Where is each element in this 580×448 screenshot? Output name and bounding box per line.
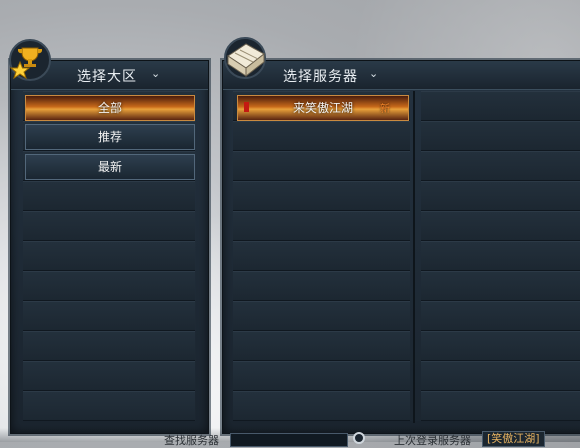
region-button-recommended[interactable]: 推荐 <box>25 124 195 150</box>
list-row <box>421 271 580 301</box>
server-panel-title: 选择服务器 <box>283 69 358 85</box>
list-row <box>421 211 580 241</box>
server-name: 来笑傲江湖 <box>292 101 353 115</box>
list-row <box>233 121 410 151</box>
region-panel-title: 选择大区 <box>77 69 137 85</box>
list-row <box>233 241 410 271</box>
last-login-label: 上次登录服务器 <box>394 434 471 447</box>
list-row <box>23 241 195 271</box>
list-row <box>421 181 580 211</box>
server-button[interactable]: 来笑傲江湖 新 <box>237 95 409 121</box>
list-row <box>421 91 580 121</box>
region-button-all[interactable]: 全部 <box>25 95 195 121</box>
list-row <box>233 391 410 421</box>
server-status-marker <box>244 102 249 112</box>
server-list-rows-right <box>421 91 580 421</box>
server-panel: 选择服务器 ⌄ 来笑傲江湖 新 <box>222 60 580 434</box>
list-row <box>421 331 580 361</box>
list-row <box>233 211 410 241</box>
trophy-star-icon <box>9 39 51 81</box>
server-list-rows-left <box>233 91 410 421</box>
list-row <box>23 361 195 391</box>
list-row <box>233 181 410 211</box>
list-row <box>421 391 580 421</box>
region-panel: 选择大区 ⌄ 全部 推荐 最新 <box>10 60 209 434</box>
list-row <box>23 271 195 301</box>
list-row <box>233 331 410 361</box>
list-row <box>421 301 580 331</box>
search-server-input[interactable] <box>230 433 348 447</box>
search-server-label: 查找服务器 <box>164 434 219 447</box>
list-row <box>421 121 580 151</box>
list-row <box>23 211 195 241</box>
scroll-map-icon <box>224 37 266 79</box>
list-row <box>23 391 195 421</box>
list-row <box>233 301 410 331</box>
new-badge: 新 <box>380 104 390 115</box>
search-icon[interactable] <box>353 432 365 444</box>
list-row <box>23 181 195 211</box>
list-row <box>23 331 195 361</box>
region-button-newest[interactable]: 最新 <box>25 154 195 180</box>
list-row <box>421 151 580 181</box>
last-login-server[interactable]: [笑傲江湖] <box>482 431 545 447</box>
list-row <box>23 301 195 331</box>
server-panel-header: 选择服务器 ⌄ <box>223 61 580 90</box>
server-column-divider <box>413 91 415 423</box>
list-row <box>233 151 410 181</box>
list-row <box>233 361 410 391</box>
list-row <box>421 241 580 271</box>
list-row <box>421 361 580 391</box>
chevron-down-icon[interactable]: ⌄ <box>369 67 378 80</box>
list-row <box>233 271 410 301</box>
chevron-down-icon[interactable]: ⌄ <box>151 67 160 80</box>
